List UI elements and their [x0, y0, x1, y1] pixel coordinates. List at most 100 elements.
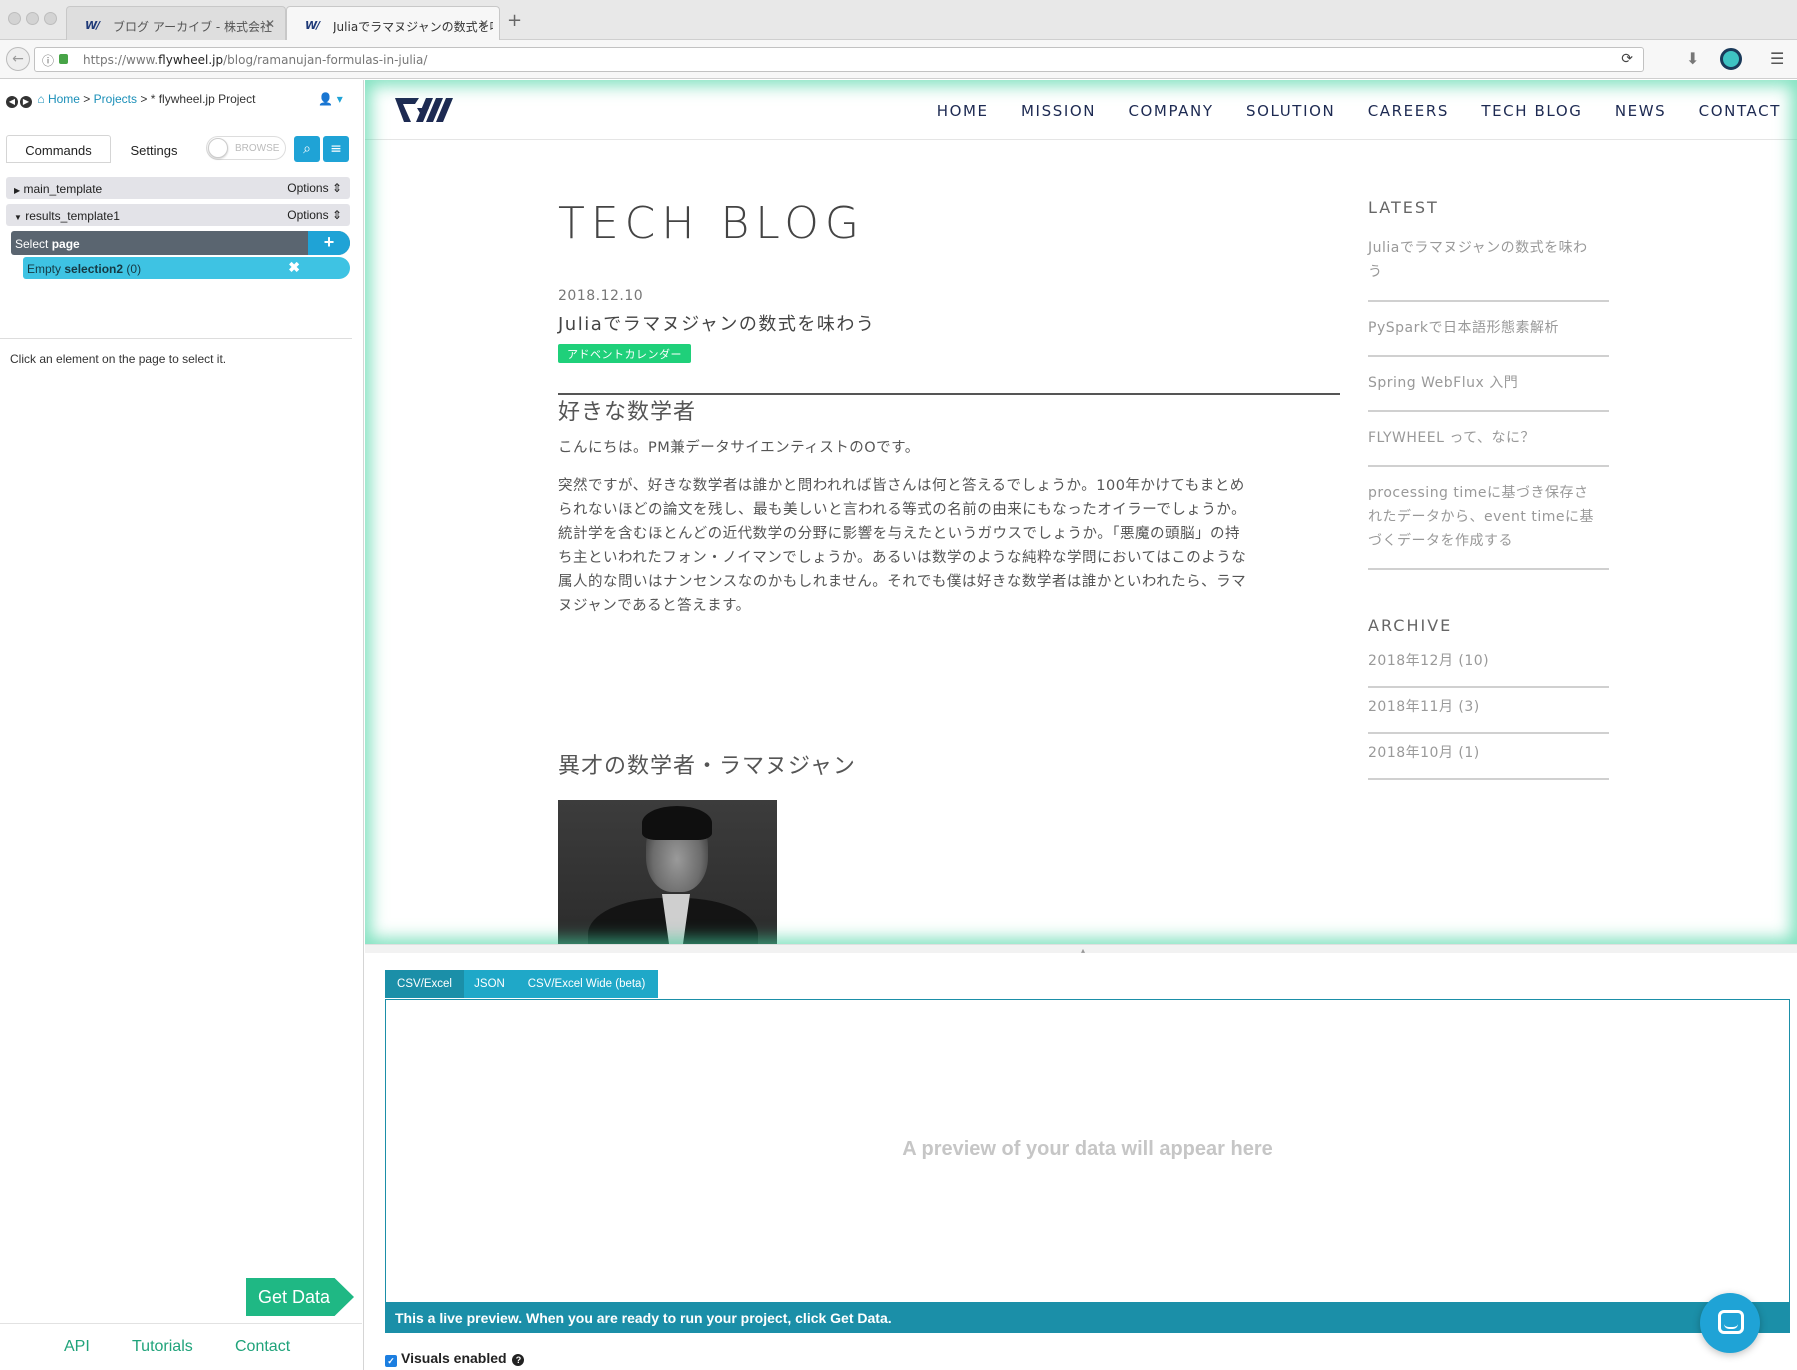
url-prefix: https://www.: [83, 53, 159, 67]
flywheel-favicon-icon: W/: [305, 19, 320, 32]
divider: [1368, 778, 1609, 780]
url-domain: flywheel.jp: [158, 53, 224, 67]
archive-heading: ARCHIVE: [1368, 616, 1453, 635]
window-minimize-dot[interactable]: [26, 12, 39, 25]
template-options[interactable]: Options ⇕: [287, 208, 342, 222]
breadcrumb: ◀ ▶ ⌂ Home > Projects > * flywheel.jp Pro…: [6, 92, 255, 108]
paragraph: 突然ですが、好きな数学者は誰かと問われれば皆さんは何と答えるでしょうか。100年…: [558, 478, 1247, 614]
preview-placeholder: A preview of your data will appear here: [902, 1138, 1273, 1160]
divider: [1368, 465, 1609, 467]
archive-link[interactable]: 2018年11月 (3): [1368, 695, 1609, 719]
sort-icon: ⇕: [331, 208, 342, 222]
breadcrumb-sep: >: [140, 92, 148, 106]
divider: [1368, 686, 1609, 688]
browser-tab-1[interactable]: W/ ブログ アーカイブ - 株式会社フ ✕: [66, 6, 286, 40]
nav-forward-icon[interactable]: ▶: [20, 96, 32, 108]
latest-post-link[interactable]: FLYWHEEL って、なに？: [1368, 426, 1609, 450]
visuals-toggle[interactable]: ✓ Visuals enabled ?: [385, 1350, 525, 1367]
window-close-dot[interactable]: [8, 12, 21, 25]
parsehub-extension-icon[interactable]: [1720, 48, 1742, 70]
browser-tab-2[interactable]: W/ Juliaでラマヌジャンの数式を味 ✕: [286, 6, 500, 40]
add-command-icon[interactable]: +: [308, 231, 350, 255]
tab-settings[interactable]: Settings: [114, 135, 194, 163]
tab-close-icon[interactable]: ✕: [479, 17, 489, 31]
nav-careers[interactable]: CAREERS: [1368, 102, 1449, 120]
tab-json[interactable]: JSON: [464, 970, 515, 998]
post-title: Juliaでラマヌジャンの数式を味わう: [558, 314, 876, 335]
reload-icon[interactable]: ⟳: [1621, 51, 1633, 67]
archive-link[interactable]: 2018年10月 (1): [1368, 741, 1609, 765]
nav-mission[interactable]: MISSION: [1021, 102, 1096, 120]
template-results[interactable]: ▼ results_template1 Options ⇕: [6, 204, 350, 226]
footer-contact-link[interactable]: Contact: [235, 1338, 290, 1356]
nav-tech-blog[interactable]: TECH BLOG: [1481, 102, 1582, 120]
section-heading: 好きな数学者: [558, 400, 697, 425]
hint-text: Click an element on the page to select i…: [10, 352, 227, 366]
browse-toggle[interactable]: BROWSE: [206, 136, 286, 160]
nav-back-icon[interactable]: ◀: [6, 96, 18, 108]
latest-post-link[interactable]: Spring WebFlux 入門: [1368, 371, 1609, 395]
address-bar[interactable]: ⓘ https://www.flywheel.jp/blog/ramanujan…: [34, 47, 1644, 72]
home-icon[interactable]: ⌂: [37, 92, 44, 106]
footer-api-link[interactable]: API: [64, 1338, 90, 1356]
delete-command-icon[interactable]: ✖: [288, 259, 300, 276]
download-icon[interactable]: ⬇: [1686, 49, 1699, 68]
info-icon[interactable]: ⓘ: [42, 52, 54, 69]
select-page-command[interactable]: Select page +: [11, 231, 350, 255]
latest-post-link[interactable]: PySparkで日本語形態素解析: [1368, 316, 1609, 340]
user-menu-icon[interactable]: 👤 ▾: [318, 92, 343, 106]
nav-solution[interactable]: SOLUTION: [1246, 102, 1335, 120]
divider: [0, 338, 352, 339]
flywheel-logo[interactable]: [395, 94, 453, 124]
selection-count: (0): [126, 262, 142, 276]
post-tag[interactable]: アドベントカレンダー: [558, 344, 691, 363]
parsehub-panel: ◀ ▶ ⌂ Home > Projects > * flywheel.jp Pro…: [0, 80, 364, 1370]
nav-home[interactable]: HOME: [937, 102, 989, 120]
flywheel-favicon-icon: W/: [85, 19, 100, 32]
list-menu-icon[interactable]: ≡: [323, 136, 349, 162]
tab-commands[interactable]: Commands: [6, 135, 111, 163]
back-arrow-icon[interactable]: ←: [6, 47, 30, 71]
divider: [1368, 355, 1609, 357]
breadcrumb-projects[interactable]: Projects: [94, 92, 137, 106]
sort-icon: ⇕: [331, 181, 342, 195]
chat-launcher-button[interactable]: [1700, 1293, 1760, 1353]
footer-tutorials-link[interactable]: Tutorials: [132, 1338, 193, 1356]
lock-icon: [59, 54, 68, 64]
empty-selection-command[interactable]: Empty selection2 (0) ✖: [23, 257, 350, 279]
site-header: HOME MISSION COMPANY SOLUTION CAREERS TE…: [365, 80, 1797, 140]
tab-csv-excel-wide[interactable]: CSV/Excel Wide (beta): [515, 970, 658, 998]
url-path: /blog/ramanujan-formulas-in-julia/: [223, 53, 428, 67]
tab-csv-excel[interactable]: CSV/Excel: [385, 970, 464, 998]
template-main[interactable]: ▶ main_template Options ⇕: [6, 177, 350, 199]
nav-contact[interactable]: CONTACT: [1699, 102, 1781, 120]
selection-target: selection2: [64, 262, 124, 276]
nav-news[interactable]: NEWS: [1615, 102, 1666, 120]
nav-company[interactable]: COMPANY: [1128, 102, 1213, 120]
archive-link[interactable]: 2018年12月 (10): [1368, 649, 1609, 673]
website-viewport: HOME MISSION COMPANY SOLUTION CAREERS TE…: [365, 80, 1797, 944]
template-options[interactable]: Options ⇕: [287, 181, 342, 195]
select-target: page: [51, 237, 80, 251]
latest-heading: LATEST: [1368, 198, 1439, 217]
divider: [1368, 300, 1609, 302]
latest-post-link[interactable]: Juliaでラマヌジャンの数式を味わう: [1368, 236, 1609, 284]
tab-title: ブログ アーカイブ - 株式会社フ: [113, 20, 273, 34]
window-zoom-dot[interactable]: [44, 12, 57, 25]
data-preview-area: A preview of your data will appear here: [385, 999, 1790, 1303]
caret-right-icon: ▶: [14, 186, 21, 195]
browser-toolbar: ← ⓘ https://www.flywheel.jp/blog/ramanuj…: [0, 40, 1797, 79]
help-icon[interactable]: ?: [512, 1354, 525, 1366]
tab-close-icon[interactable]: ✕: [265, 17, 275, 31]
resize-handle[interactable]: ▴: [365, 944, 1797, 955]
new-tab-icon[interactable]: +: [507, 10, 522, 31]
get-data-button[interactable]: Get Data: [246, 1278, 354, 1316]
search-icon[interactable]: ⌕: [294, 136, 320, 162]
latest-post-link[interactable]: processing timeに基づき保存さ れたデータから、event time…: [1368, 481, 1609, 553]
checkbox-checked-icon[interactable]: ✓: [385, 1355, 397, 1367]
breadcrumb-home[interactable]: Home: [48, 92, 80, 106]
hamburger-menu-icon[interactable]: ☰: [1770, 49, 1784, 68]
blog-title: TECH BLOG: [558, 198, 865, 249]
section-heading: 異才の数学者・ラマヌジャン: [558, 754, 856, 779]
divider: [1368, 732, 1609, 734]
